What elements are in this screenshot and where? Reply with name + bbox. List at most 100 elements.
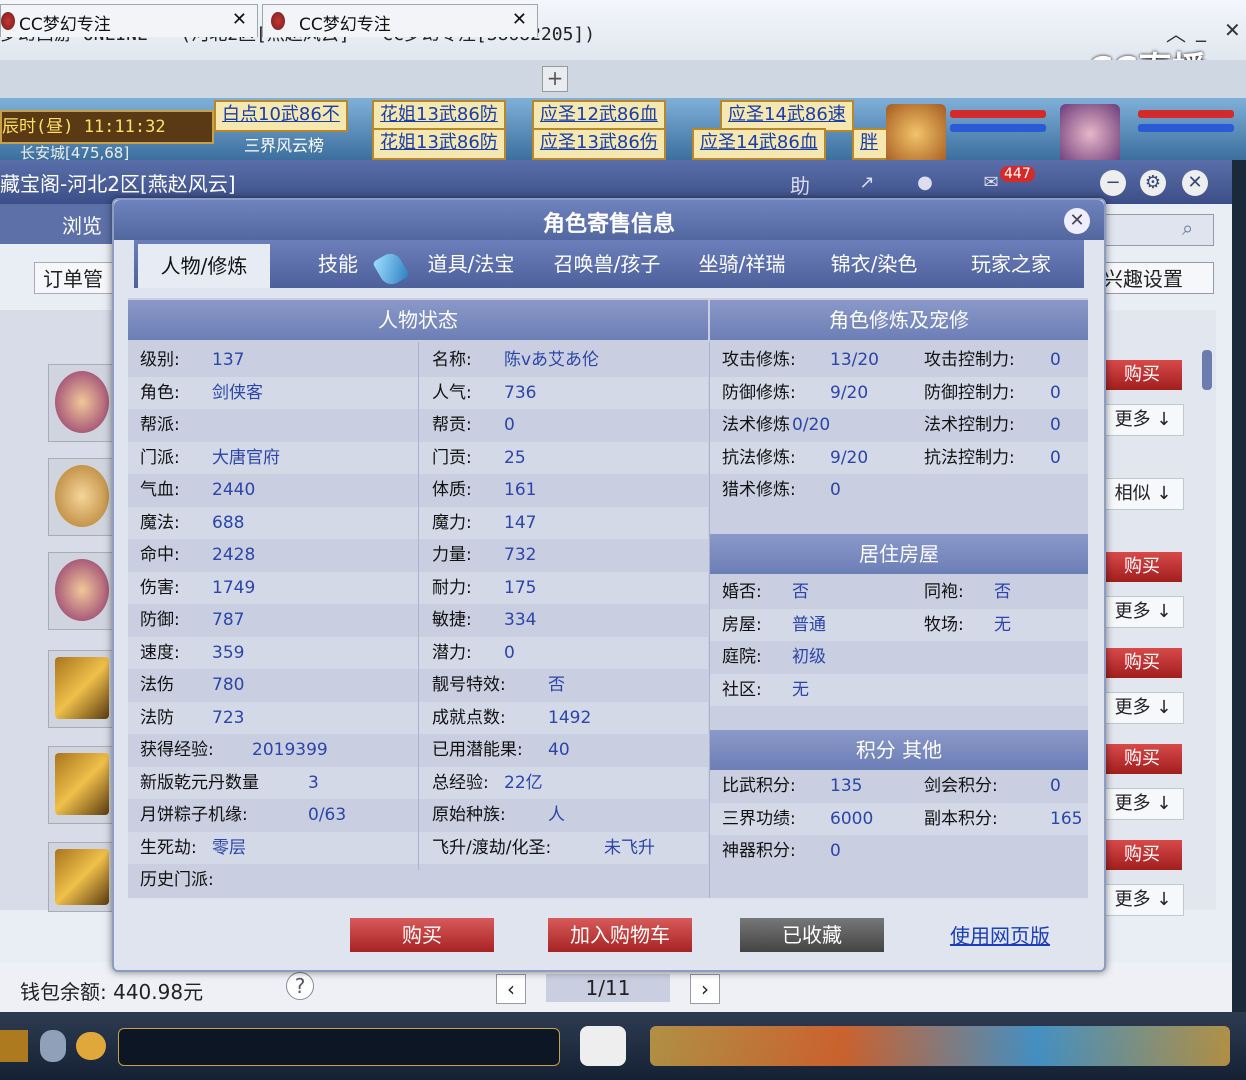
info-label: 抗法修炼: [722,447,796,468]
prev-page-button[interactable]: ‹ [496,974,526,1004]
more-label: 更多 [1114,889,1151,910]
stat-label: 法防 [140,707,174,728]
listing-thumbnail[interactable] [48,364,116,442]
stat-label: 门派: [140,447,180,468]
character-avatar [55,559,109,621]
listing-thumbnail[interactable] [48,650,116,728]
list-scrollbar[interactable] [1202,350,1212,390]
browser-tab-2[interactable]: CC梦幻专注 ✕ [262,4,538,37]
dialog-close-icon[interactable]: ✕ [1064,208,1090,234]
gear-icon[interactable]: ⚙ [1140,170,1166,196]
new-tab-plus-icon[interactable]: + [542,66,568,92]
record-icon[interactable]: ● [912,170,938,196]
stat-label: 历史门派: [140,870,214,890]
listing-thumbnail[interactable] [48,746,116,824]
pet-portrait-icon[interactable] [886,104,946,164]
info-value: 0 [830,841,841,861]
more-button[interactable]: 更多 ↓ [1102,692,1184,724]
info-label: 同袍: [924,582,964,602]
listing-thumbnail[interactable] [48,458,116,536]
character-consignment-dialog: 角色寄售信息 ✕ 人物/修炼 技能 道具/法宝 召唤兽/孩子 坐骑/祥瑞 锦衣/… [112,198,1106,972]
stat-value: 147 [504,512,537,533]
share-icon[interactable]: ↗ [854,170,880,196]
tab-player-home[interactable]: 玩家之家 [946,240,1076,288]
stat-label: 耐力: [432,577,472,598]
toolbar-tab[interactable] [0,1030,28,1062]
buy-button[interactable]: 购买 [1102,744,1182,774]
buy-button[interactable]: 购买 [350,918,494,952]
browser-tab-1[interactable]: CC梦幻专注 ✕ [0,4,258,37]
stat-value: 723 [212,707,245,728]
housing-row: 社区: 无 [710,673,1088,706]
tab-mounts[interactable]: 坐骑/祥瑞 [680,240,804,288]
info-label: 婚否: [722,582,762,602]
cultivation-row: 猎术修炼: 0 [710,474,1088,506]
next-page-button[interactable]: › [690,974,720,1004]
interest-settings-button[interactable]: 兴趣设置 [1102,262,1214,294]
search-icon[interactable]: ⌕ [1182,216,1193,240]
stat-value: 736 [504,382,537,403]
chat-bubble-icon[interactable] [76,1032,106,1060]
minimize-icon[interactable]: _ [1196,18,1206,42]
close-icon[interactable]: ✕ [1182,170,1208,196]
tab-browse[interactable]: 浏览 [62,210,102,239]
similar-button[interactable]: 相似 ↓ [1102,478,1184,510]
minimize-icon[interactable]: − [1100,170,1126,196]
channel-link[interactable]: 白点10武86不 [214,100,348,132]
close-icon[interactable]: ✕ [1224,18,1241,42]
tab-pets-children[interactable]: 召唤兽/孩子 [540,240,674,288]
more-button[interactable]: 更多 ↓ [1102,884,1184,916]
stat-value: 1749 [212,577,256,598]
more-button[interactable]: 更多 ↓ [1102,788,1184,820]
stat-value: 2440 [212,480,256,500]
channel-link[interactable]: 应圣14武86血 [692,128,826,160]
more-button[interactable]: 更多 ↓ [1102,404,1184,436]
favorited-button[interactable]: 已收藏 [740,918,884,952]
buy-button[interactable]: 购买 [1102,648,1182,678]
tab-items-treasures[interactable]: 道具/法宝 [408,240,534,288]
microphone-icon[interactable] [40,1030,66,1062]
info-label: 法术修炼 [722,415,790,435]
buy-button[interactable]: 购买 [1102,552,1182,582]
cultivation-row: 防御修炼: 9/20 防御控制力: 0 [710,376,1088,409]
info-label: 防御控制力: [924,382,1015,403]
more-button[interactable]: 更多 ↓ [1102,596,1184,628]
more-label: 更多 [1114,793,1151,814]
chat-input[interactable] [118,1028,560,1066]
points-section-header: 积分 其他 [710,730,1088,770]
info-value: 0 [1050,415,1061,435]
search-field[interactable] [1102,214,1214,246]
info-value: 0/20 [792,415,831,435]
tab-close-icon[interactable]: ✕ [232,9,247,30]
stat-label: 门贡: [432,447,472,468]
pet-icon[interactable] [580,1026,626,1066]
cultivation-row: 抗法修炼: 9/20 抗法控制力: 0 [710,441,1088,474]
web-version-link[interactable]: 使用网页版 [950,920,1050,949]
tab-orders[interactable]: 订单管 [34,262,122,294]
dialog-title: 角色寄售信息 [542,212,675,237]
stat-value: 780 [212,675,245,695]
stat-value: 3 [308,772,319,793]
column-divider [418,342,419,870]
channel-link[interactable]: 花姐13武86防 [372,128,506,160]
player-portrait-icon[interactable] [1060,104,1120,164]
tab-character-cultivation[interactable]: 人物/修炼 [138,244,270,288]
stat-label: 获得经验: [140,740,214,760]
stat-value: 0/63 [308,805,347,825]
stat-label: 法伤 [140,675,174,695]
help-button[interactable]: 助 [790,170,810,199]
stat-value: 人 [548,805,565,825]
stat-value: 2019399 [252,740,328,760]
buy-button[interactable]: 购买 [1102,840,1182,870]
help-question-icon[interactable]: ? [286,972,314,1000]
function-icon-strip[interactable] [650,1026,1230,1066]
buy-button[interactable]: 购买 [1102,360,1182,390]
tab-close-icon[interactable]: ✕ [512,9,527,30]
channel-link[interactable]: 应圣13武86伤 [532,128,666,160]
listing-thumbnail[interactable] [48,552,116,630]
tab-outfits-dye[interactable]: 锦衣/染色 [810,240,938,288]
stat-label: 帮派: [140,415,180,435]
add-to-cart-button[interactable]: 加入购物车 [548,918,692,952]
listing-thumbnail[interactable] [48,842,116,912]
browser-tab-label: CC梦幻专注 [299,15,391,35]
